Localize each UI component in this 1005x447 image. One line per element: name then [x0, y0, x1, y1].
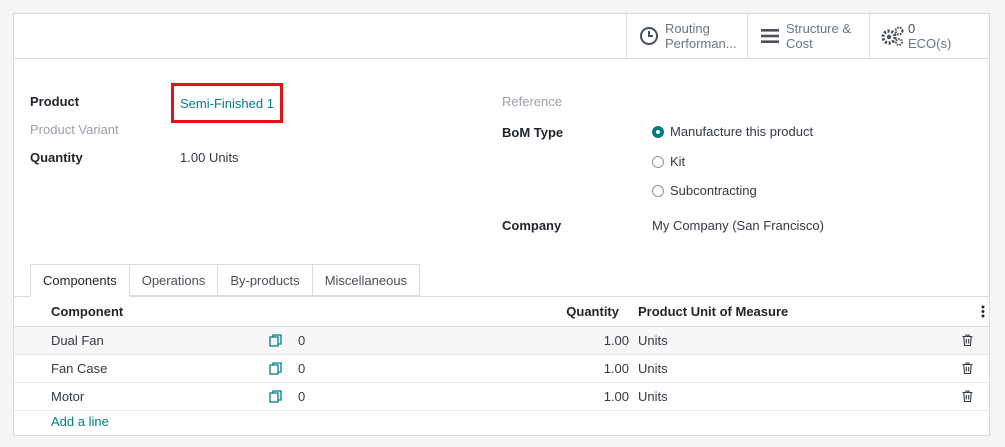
radio-unchecked-icon	[652, 155, 664, 168]
table-row[interactable]: Fan Case 0 1.00 Units	[14, 355, 989, 383]
product-variant-label: Product Variant	[30, 122, 119, 137]
bom-type-manufacture-label: Manufacture this product	[670, 124, 814, 139]
quantity-uom: Units	[208, 150, 239, 165]
trash-icon[interactable]	[962, 362, 973, 374]
bom-type-kit-radio[interactable]: Kit	[652, 154, 685, 169]
reference-label: Reference	[502, 94, 562, 109]
bom-type-label: BoM Type	[502, 125, 564, 140]
radio-checked-icon	[652, 125, 664, 138]
optional-columns-icon[interactable]	[981, 305, 985, 318]
bom-type-kit-label: Kit	[670, 154, 686, 169]
forecast-report-icon[interactable]	[269, 362, 282, 375]
component-quantity: 1.00	[603, 389, 629, 404]
component-uom: Units	[638, 333, 668, 348]
list-icon	[761, 29, 779, 43]
table-row[interactable]: Dual Fan 0 1.00 Units	[14, 327, 989, 355]
structure-line1: Structure &	[786, 21, 852, 36]
bom-type-subcontracting-radio[interactable]: Subcontracting	[652, 183, 757, 198]
routing-line1: Routing	[665, 21, 710, 36]
component-uom: Units	[638, 361, 668, 376]
routing-performance-button[interactable]: Routing Performan...	[626, 14, 747, 58]
product-field[interactable]: Semi-Finished 1	[180, 96, 274, 111]
trash-icon[interactable]	[962, 334, 973, 346]
bom-type-manufacture-radio[interactable]: Manufacture this product	[652, 124, 813, 139]
button-box: Routing Performan... Structure & Cost 0 …	[14, 14, 989, 59]
component-quantity: 1.00	[603, 361, 629, 376]
eco-button[interactable]: 0 ECO(s)	[869, 14, 991, 58]
product-label: Product	[30, 94, 80, 109]
radio-unchecked-icon	[652, 184, 664, 197]
quantity-label: Quantity	[30, 150, 83, 165]
forecast-report-icon[interactable]	[269, 334, 282, 347]
notebook-tabs: Components Operations By-products Miscel…	[30, 264, 421, 297]
forecast-value: 0	[298, 361, 306, 376]
component-name: Fan Case	[51, 361, 108, 376]
quantity-field[interactable]: 1.00 Units	[180, 150, 239, 165]
component-uom: Units	[638, 389, 668, 404]
component-quantity: 1.00	[603, 333, 629, 348]
gears-icon	[881, 26, 904, 46]
tab-components[interactable]: Components	[30, 264, 130, 297]
component-name: Dual Fan	[51, 333, 104, 348]
clock-icon	[640, 27, 658, 45]
forecast-value: 0	[298, 389, 306, 404]
company-label: Company	[502, 218, 562, 233]
structure-cost-button[interactable]: Structure & Cost	[747, 14, 869, 58]
eco-label: ECO(s)	[908, 36, 952, 51]
company-field[interactable]: My Company (San Francisco)	[652, 218, 824, 233]
trash-icon[interactable]	[962, 390, 973, 402]
structure-line2: Cost	[786, 36, 813, 51]
forecast-report-icon[interactable]	[269, 390, 282, 403]
table-row[interactable]: Motor 0 1.00 Units	[14, 383, 989, 411]
bom-type-subcontracting-label: Subcontracting	[670, 183, 757, 198]
tab-miscellaneous[interactable]: Miscellaneous	[312, 264, 421, 296]
tab-operations[interactable]: Operations	[129, 264, 219, 296]
routing-line2: Performan...	[665, 36, 737, 51]
tab-by-products[interactable]: By-products	[218, 264, 313, 296]
eco-count: 0	[908, 21, 916, 36]
table-header: Component Quantity Product Unit of Measu…	[14, 297, 989, 327]
bom-form-sheet: Routing Performan... Structure & Cost 0 …	[13, 13, 990, 436]
quantity-value: 1.00	[180, 150, 206, 165]
column-uom[interactable]: Product Unit of Measure	[638, 304, 788, 319]
column-quantity[interactable]: Quantity	[566, 304, 619, 319]
forecast-value: 0	[298, 333, 306, 348]
column-component[interactable]: Component	[51, 304, 123, 319]
component-name: Motor	[51, 389, 85, 404]
add-line-link[interactable]: Add a line	[51, 414, 109, 429]
